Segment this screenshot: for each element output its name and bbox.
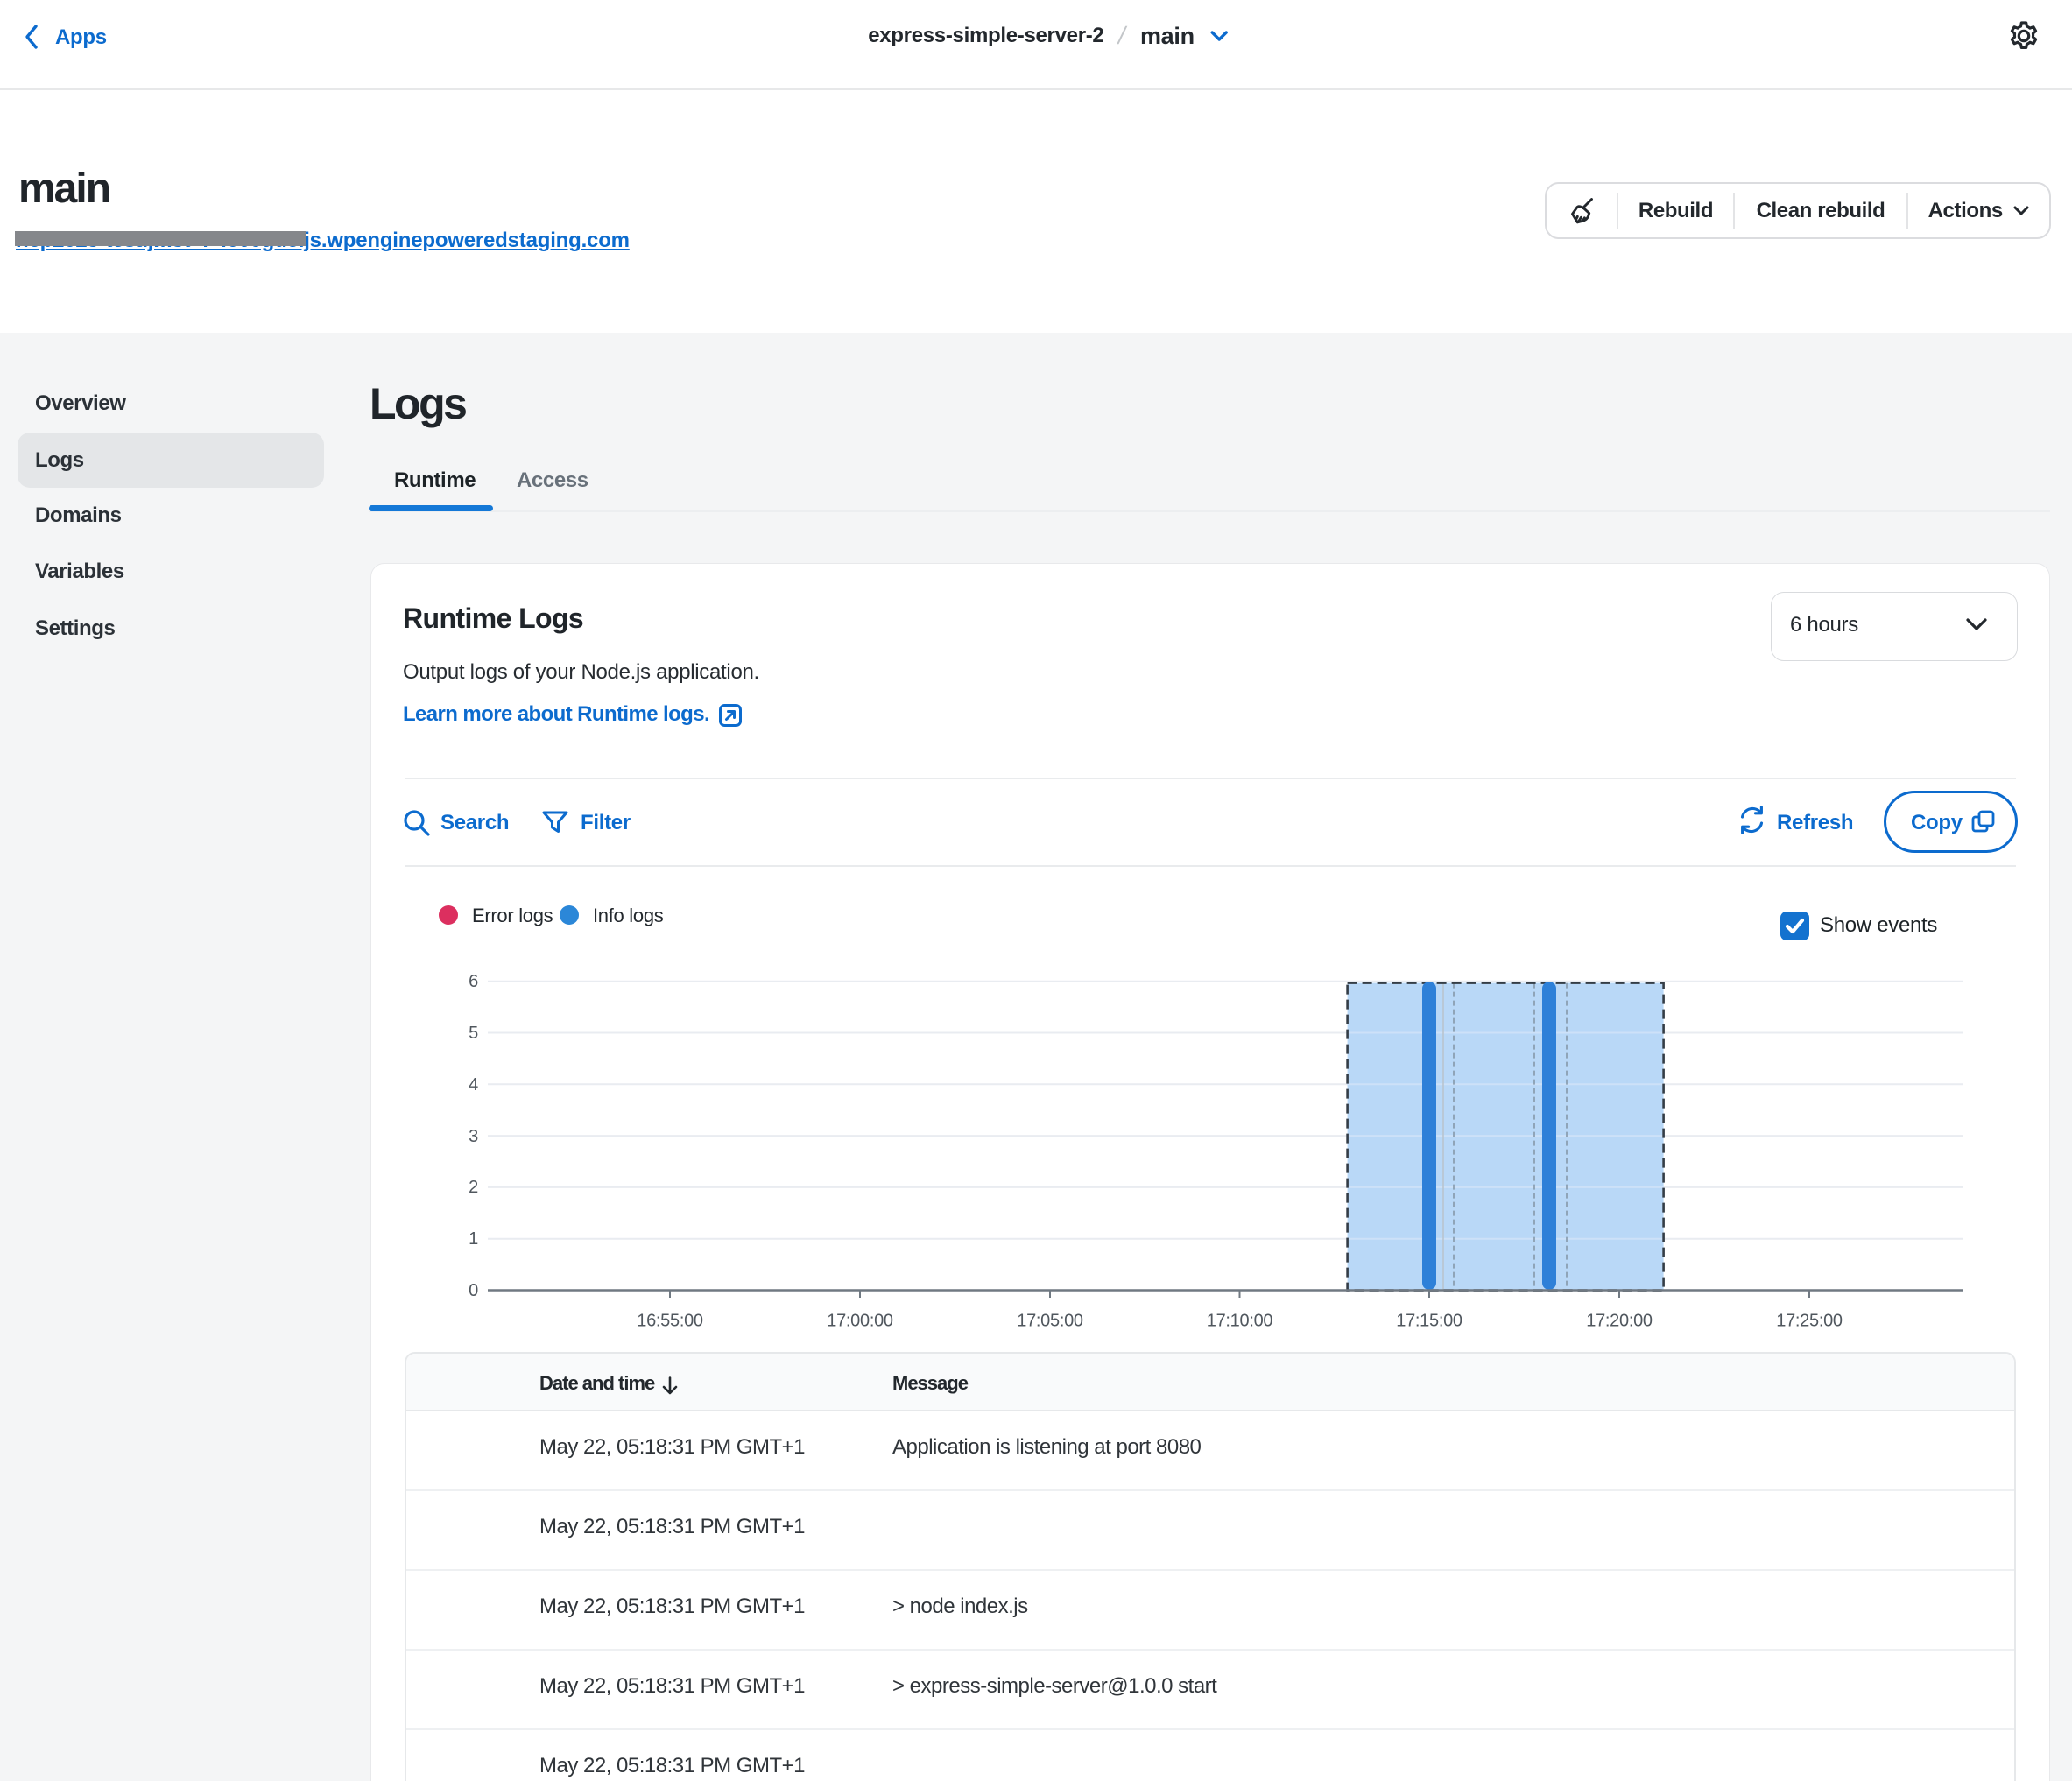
svg-text:1: 1 xyxy=(469,1229,478,1249)
svg-text:0: 0 xyxy=(469,1281,478,1300)
svg-text:5: 5 xyxy=(469,1024,478,1043)
svg-text:17:10:00: 17:10:00 xyxy=(1207,1312,1273,1331)
svg-text:17:05:00: 17:05:00 xyxy=(1017,1312,1083,1331)
svg-text:2: 2 xyxy=(469,1178,478,1197)
svg-text:6: 6 xyxy=(469,972,478,991)
svg-text:17:25:00: 17:25:00 xyxy=(1776,1312,1843,1331)
svg-text:4: 4 xyxy=(469,1075,478,1095)
svg-text:17:15:00: 17:15:00 xyxy=(1396,1312,1462,1331)
svg-text:16:55:00: 16:55:00 xyxy=(637,1312,703,1331)
svg-text:17:00:00: 17:00:00 xyxy=(827,1312,893,1331)
svg-text:17:20:00: 17:20:00 xyxy=(1586,1312,1653,1331)
svg-text:3: 3 xyxy=(469,1127,478,1146)
